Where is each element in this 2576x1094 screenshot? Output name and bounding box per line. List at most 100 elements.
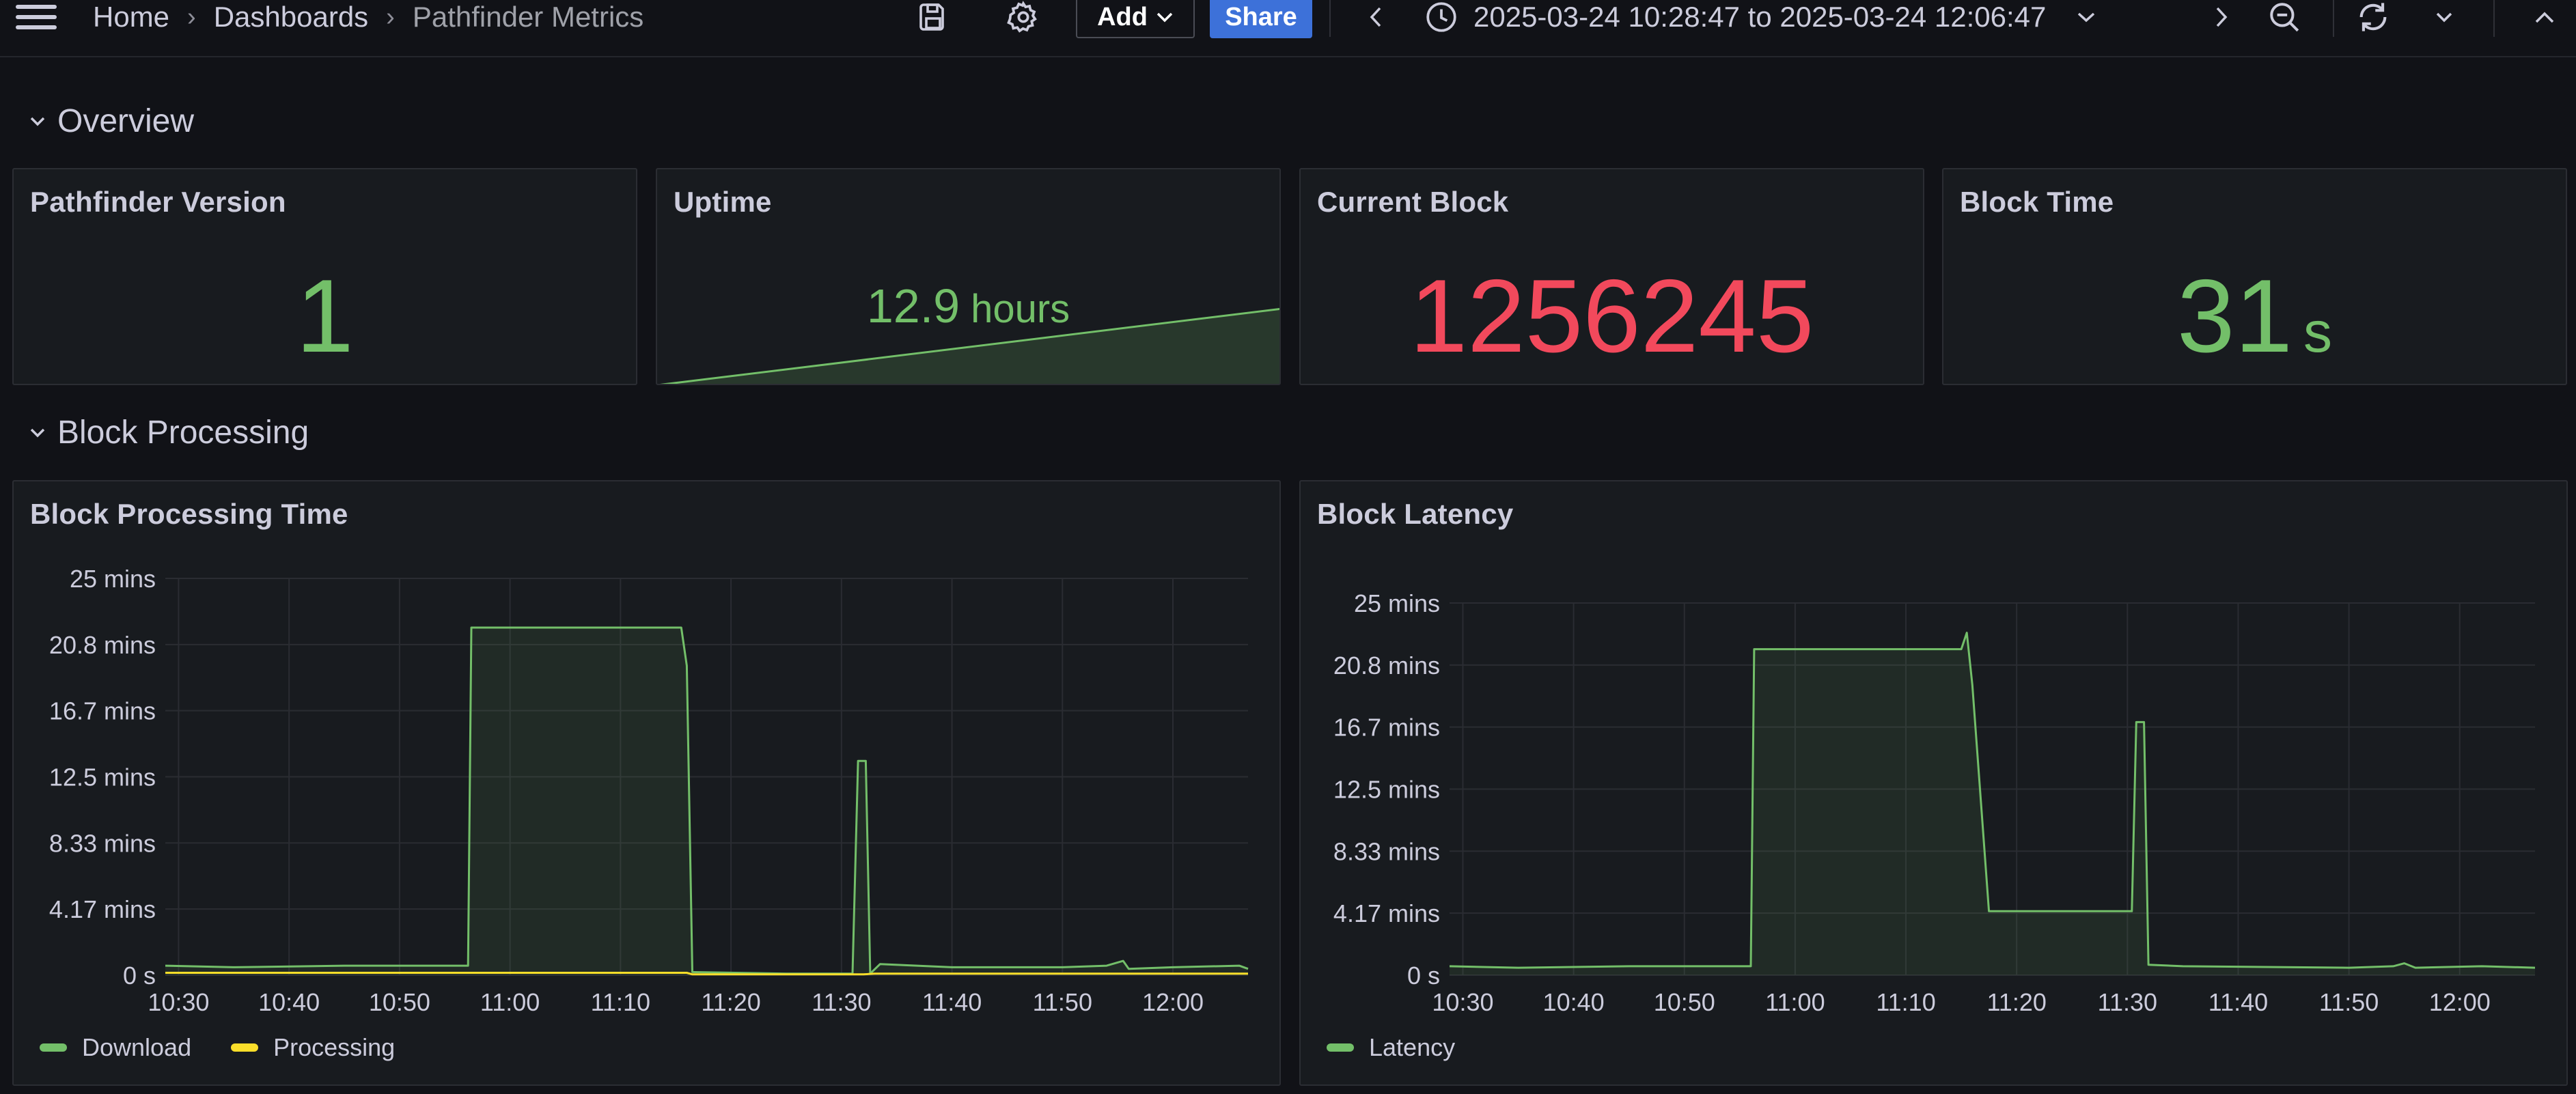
panel-block-time[interactable]: Block Time 31 s [1942,168,2567,385]
add-button[interactable]: Add [1076,0,1195,38]
x-tick-label: 11:30 [812,988,871,1016]
x-tick-label: 11:20 [1986,988,2046,1016]
y-tick-label: 12.5 mins [1333,776,1440,804]
y-tick-label: 16.7 mins [1333,714,1440,742]
row-overview-toggle[interactable]: Overview [29,102,194,140]
uptime-sparkline [659,307,1279,384]
chevron-down-icon [2078,12,2095,23]
share-button-label: Share [1225,2,1297,31]
breadcrumb-dashboards[interactable]: Dashboards [214,1,368,33]
chevron-right-icon: › [386,2,395,31]
legend-swatch [40,1043,67,1052]
row-title-block-processing: Block Processing [57,415,309,451]
chevron-down-icon [30,117,45,126]
stat-unit: s [2303,300,2333,364]
top-nav-bar: Home › Dashboards › Pathfinder Metrics A… [0,0,2576,57]
panel-block-latency[interactable]: Block Latency 25 mins 20.8 mins 16.7 mins 1… [1299,480,2568,1086]
legend-label: Download [82,1033,192,1061]
y-tick-label: 4.17 mins [1333,899,1440,927]
stat-unit: hours [971,287,1070,331]
stat-number: 12.9 [866,279,960,333]
block-latency-chart: 25 mins 20.8 mins 16.7 mins 12.5 mins 8.33 m… [1333,589,2536,1016]
legend-item-processing[interactable]: Processing [231,1033,395,1062]
chevron-down-icon [30,428,45,437]
row-title-overview: Overview [57,103,195,139]
time-range-picker[interactable]: 2025-03-24 10:28:47 to 2025-03-24 12:06:… [1424,0,2096,34]
toolbar-divider [2333,0,2334,37]
chart-legend: Download Processing [40,1033,395,1062]
x-tick-label: 11:00 [480,988,540,1016]
y-tick-label: 20.8 mins [49,631,156,659]
chart-legend: Latency [1327,1033,1455,1062]
y-tick-label: 0 s [1407,962,1440,990]
clock-icon [1426,2,1456,32]
legend-label: Processing [273,1033,396,1061]
y-tick-label: 12.5 mins [49,763,156,791]
menu-icon[interactable] [12,0,60,34]
y-tick-label: 16.7 mins [49,697,156,725]
x-tick-label: 10:50 [369,988,430,1016]
x-tick-label: 11:50 [2319,988,2379,1016]
time-forward-icon[interactable] [2200,0,2243,34]
series-area-download [165,628,1248,975]
save-icon[interactable] [911,0,955,34]
refresh-interval-dropdown-icon[interactable] [2422,0,2466,34]
x-tick-label: 12:00 [1142,988,1204,1016]
x-tick-label: 11:10 [591,988,650,1016]
row-block-processing-toggle[interactable]: Block Processing [29,414,309,451]
refresh-icon[interactable] [2351,0,2395,34]
x-tick-label: 11:50 [1033,988,1092,1016]
legend-item-latency[interactable]: Latency [1327,1033,1455,1062]
gear-icon[interactable] [1001,0,1045,34]
x-tick-label: 10:50 [1654,988,1715,1016]
time-range-label: 2025-03-24 10:28:47 to 2025-03-24 12:06:… [1473,1,2047,33]
stat-value: 1 [14,257,636,376]
x-tick-label: 11:30 [2098,988,2157,1016]
x-tick-label: 10:40 [258,988,320,1016]
x-tick-label: 11:10 [1876,988,1935,1016]
panel-block-processing-time[interactable]: Block Processing Time 25 mins 20.8 mins 16… [12,480,1281,1086]
y-tick-label: 0 s [123,962,156,990]
panel-uptime[interactable]: Uptime 12.9 hours [656,168,1281,385]
y-tick-label: 20.8 mins [1333,651,1440,679]
x-tick-label: 11:40 [922,988,982,1016]
stat-number: 31 [2176,258,2293,374]
series-area-latency [1450,632,2535,975]
stat-number: 1256245 [1409,258,1814,374]
y-tick-label: 8.33 mins [1333,837,1440,865]
legend-swatch [231,1043,259,1052]
legend-label: Latency [1369,1033,1456,1061]
toolbar-divider [2493,0,2495,37]
stat-value: 31 s [1943,257,2566,376]
stat-value: 12.9 hours [657,279,1279,333]
legend-item-download[interactable]: Download [40,1033,191,1062]
time-back-icon[interactable] [1354,0,1398,34]
block-processing-time-chart: 25 mins 20.8 mins 16.7 mins 12.5 mins 8.33 m… [49,565,1249,1016]
x-tick-label: 10:30 [1432,988,1493,1016]
x-tick-label: 10:40 [1543,988,1605,1016]
toolbar-divider [1329,0,1331,37]
add-button-label: Add [1097,2,1148,31]
y-tick-label: 8.33 mins [49,829,156,857]
share-button[interactable]: Share [1210,0,1312,38]
breadcrumb: Home › Dashboards › Pathfinder Metrics [93,0,643,34]
chevron-down-icon [1157,12,1173,23]
y-tick-label: 4.17 mins [49,895,156,923]
panel-title: Current Block [1317,186,1509,218]
series-line-download [165,626,1249,975]
stat-number: 1 [296,258,354,374]
zoom-out-icon[interactable] [2262,0,2306,34]
x-tick-label: 10:30 [148,988,209,1016]
x-tick-label: 12:00 [2429,988,2491,1016]
stat-value: 1256245 [1301,257,1923,376]
x-tick-label: 11:20 [701,988,760,1016]
breadcrumb-home[interactable]: Home [93,1,169,33]
chevron-up-icon[interactable] [2523,0,2566,34]
x-tick-label: 11:40 [2208,988,2268,1016]
legend-swatch [1327,1043,1354,1052]
panel-pathfinder-version[interactable]: Pathfinder Version 1 [12,168,637,385]
panel-title: Block Time [1960,186,2114,218]
panel-current-block[interactable]: Current Block 1256245 [1299,168,1924,385]
chevron-right-icon: › [187,2,196,31]
x-tick-label: 11:00 [1765,988,1825,1016]
